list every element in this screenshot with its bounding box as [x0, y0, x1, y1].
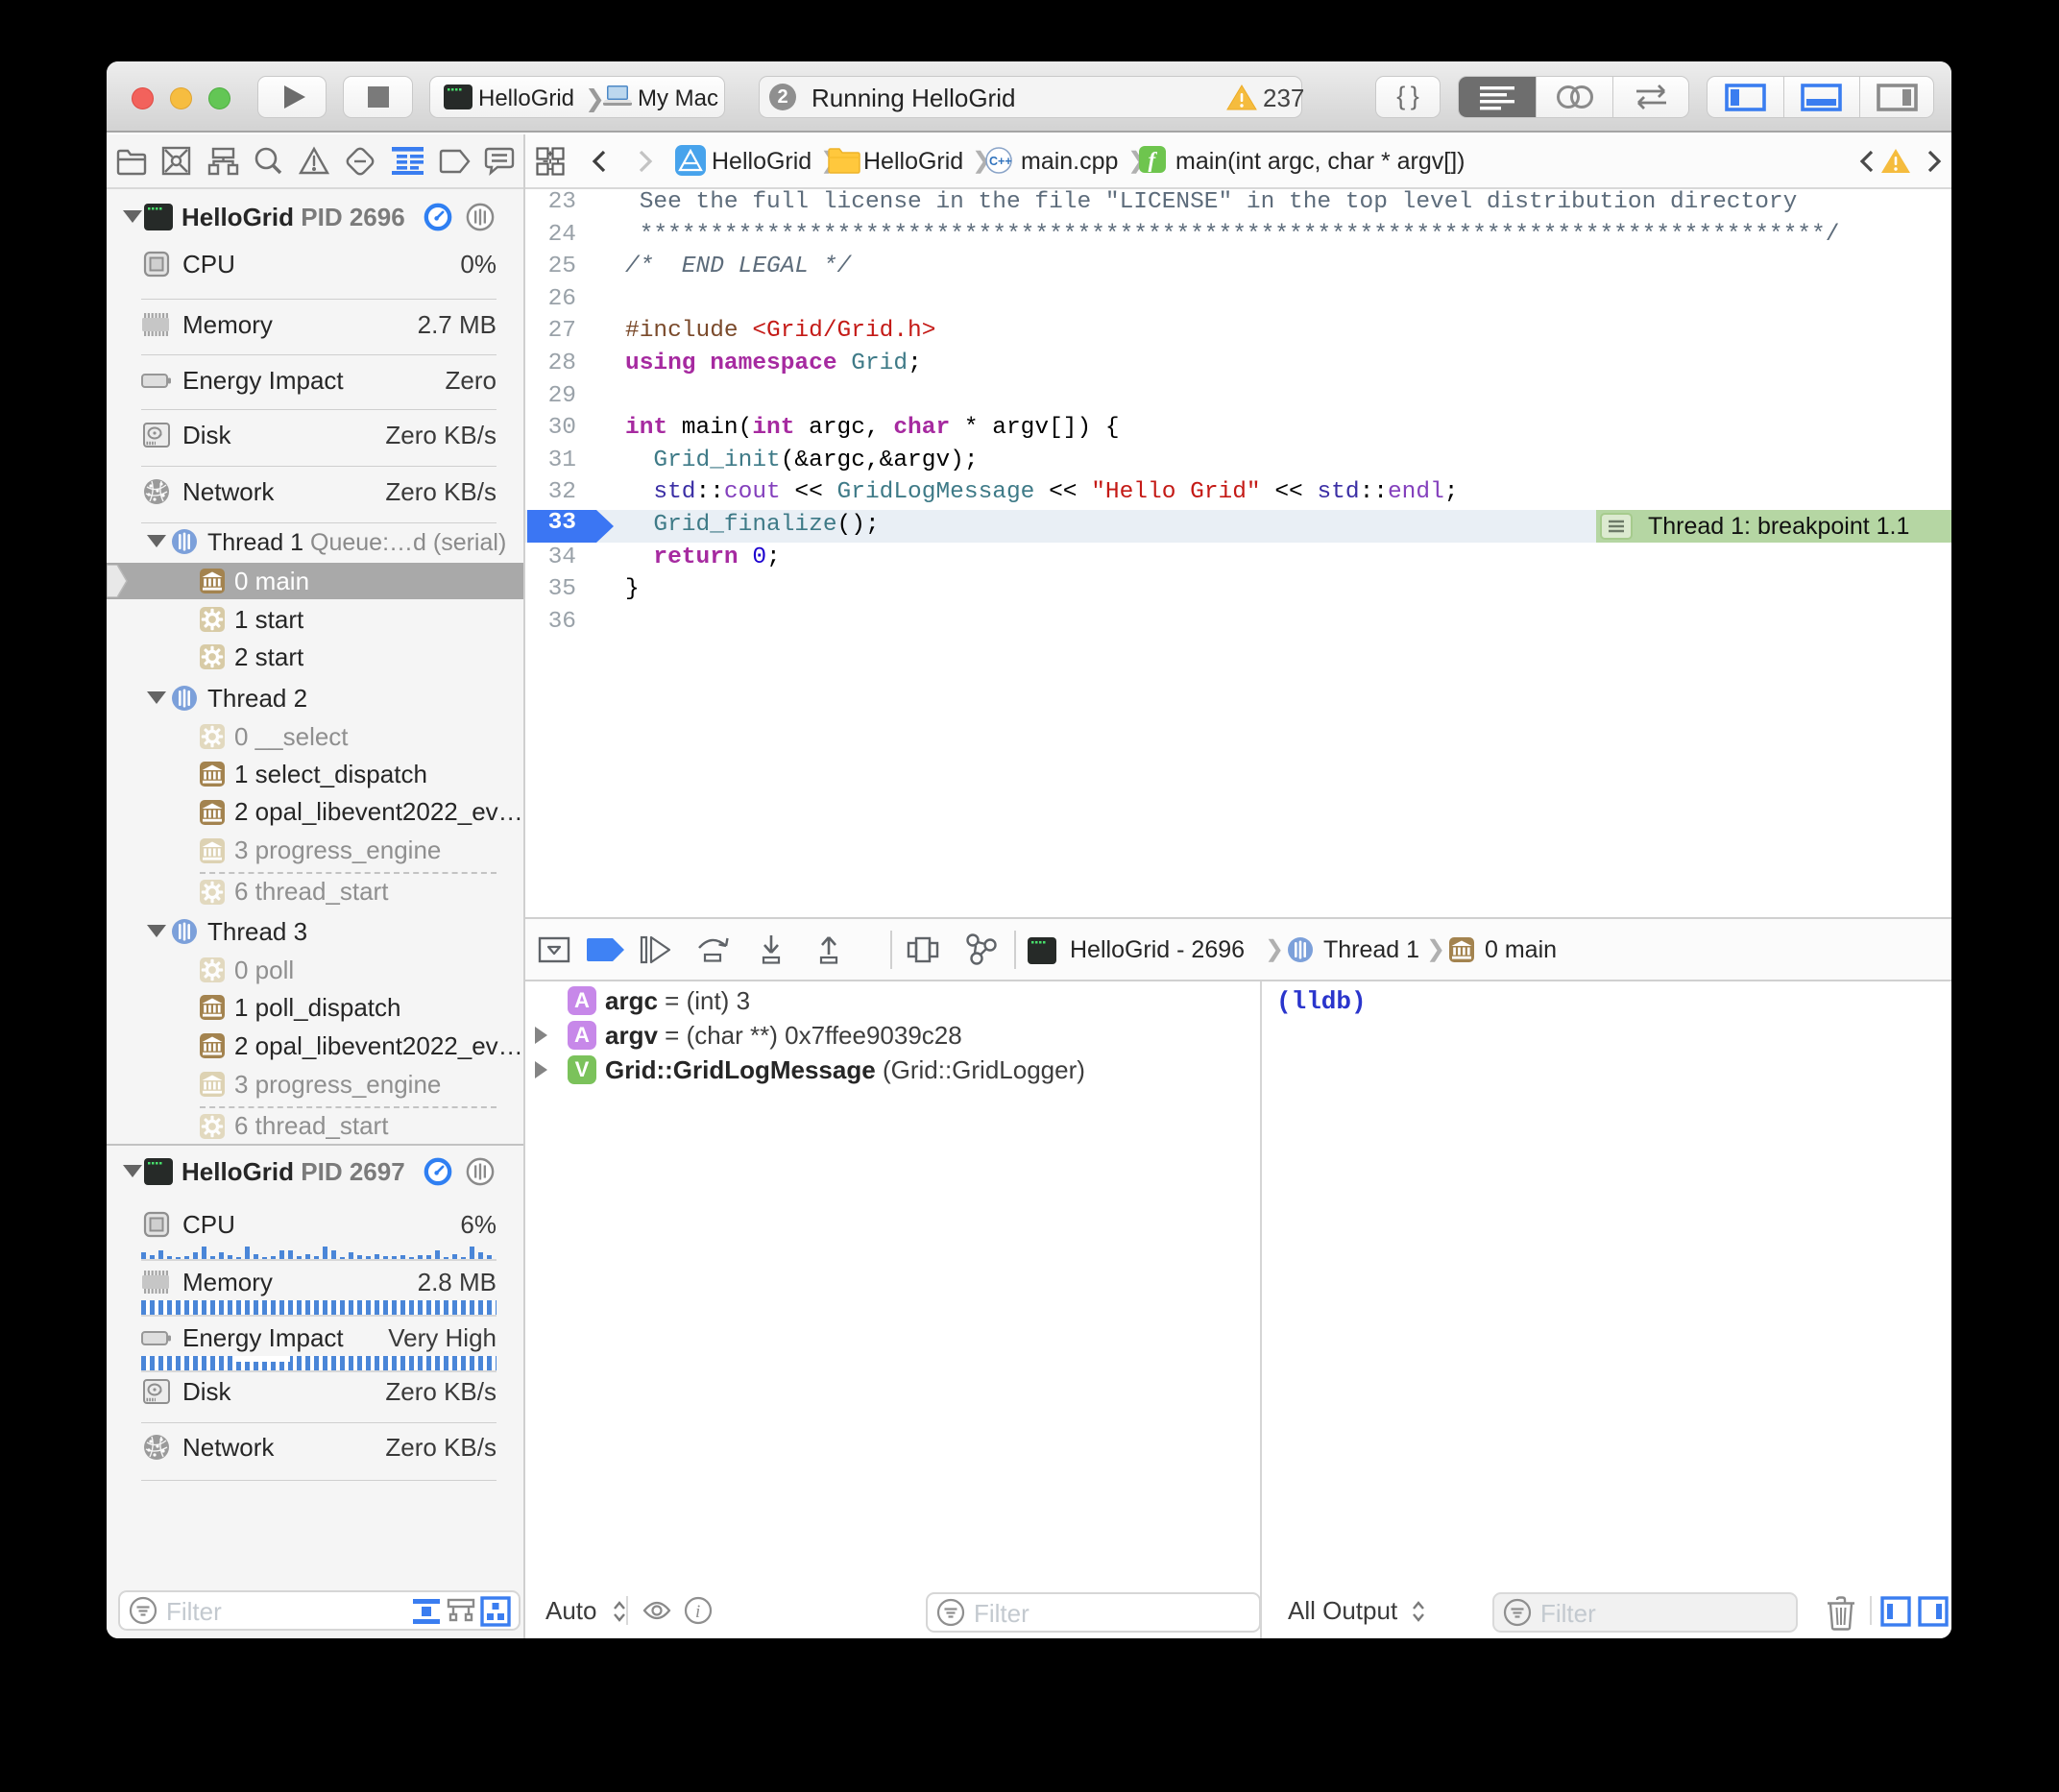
svg-text:C++: C++ [989, 155, 1012, 168]
svg-text:i: i [695, 1602, 700, 1622]
